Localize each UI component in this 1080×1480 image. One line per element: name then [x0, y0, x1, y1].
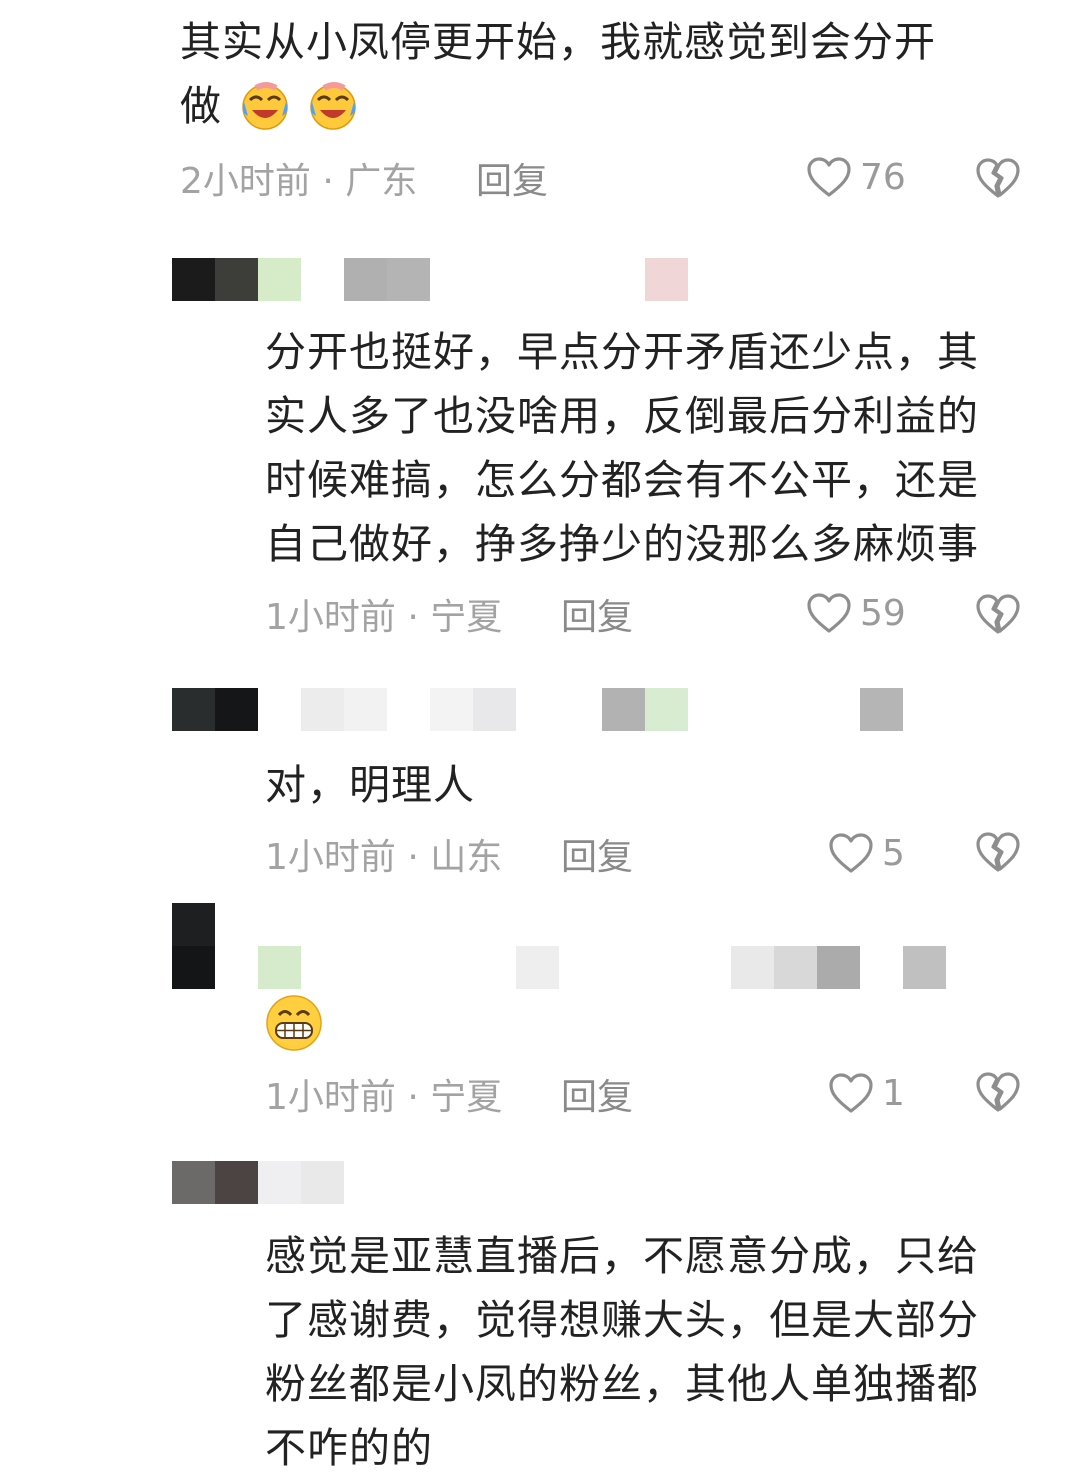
- grinning-emoji: [266, 995, 322, 1051]
- laughing-crying-emoji: [242, 82, 288, 130]
- comment-line: 感觉是亚慧直播后，不愿意分成，只给: [265, 1232, 979, 1280]
- username-blurred[interactable]: [172, 258, 692, 301]
- reply-button[interactable]: 回复: [561, 828, 633, 880]
- reply-button[interactable]: 回复: [561, 1068, 633, 1120]
- username-blurred[interactable]: [172, 1161, 352, 1204]
- username-blurred[interactable]: [172, 688, 992, 731]
- time-location: 1小时前 · 宁夏: [265, 1077, 503, 1118]
- comment-meta: 1小时前 · 宁夏 回复: [265, 1064, 1060, 1124]
- comment-line: 粉丝都是小凤的粉丝，其他人单独播都: [265, 1360, 979, 1408]
- comment-line: 其实从小凤停更开始，我就感觉到会分开: [180, 18, 936, 66]
- like-count: 59: [860, 592, 906, 634]
- comment-text: 感觉是亚慧直播后，不愿意分成，只给 了感谢费，觉得想赚大头，但是大部分 粉丝都是…: [265, 1224, 979, 1480]
- reply-button[interactable]: 回复: [476, 152, 548, 204]
- broken-heart-icon[interactable]: [974, 830, 1022, 874]
- comment-line: 了感谢费，觉得想赚大头，但是大部分: [265, 1296, 979, 1344]
- comment-line: 对，明理人: [265, 761, 475, 809]
- comment-line: 不咋的的: [265, 1424, 433, 1472]
- time-location: 1小时前 · 宁夏: [265, 597, 503, 638]
- heart-outline-icon: [829, 833, 873, 873]
- laughing-crying-emoji: [310, 82, 356, 130]
- comment-text: 分开也挺好，早点分开矛盾还少点，其 实人多了也没啥用，反倒最后分利益的 时候难搞…: [265, 320, 979, 576]
- heart-outline-icon: [829, 1073, 873, 1113]
- broken-heart-icon[interactable]: [974, 1070, 1022, 1114]
- comment-line: 做: [180, 74, 936, 138]
- like-button[interactable]: 76: [806, 156, 906, 198]
- like-button[interactable]: 1: [828, 1072, 905, 1114]
- time-location: 1小时前 · 山东: [265, 837, 503, 878]
- avatar[interactable]: [172, 903, 215, 989]
- like-button[interactable]: 59: [806, 592, 906, 634]
- comment-meta: 1小时前 · 山东 回复: [265, 824, 1060, 884]
- comment-line: 时候难搞，怎么分都会有不公平，还是: [265, 456, 979, 504]
- comment-line-text: 做: [180, 82, 222, 130]
- broken-heart-icon[interactable]: [974, 156, 1022, 200]
- comment-meta: 2小时前 · 广东 回复: [180, 148, 1060, 208]
- username-blurred[interactable]: [258, 946, 958, 989]
- comment-text: 其实从小凤停更开始，我就感觉到会分开 做: [180, 10, 936, 138]
- reply-button[interactable]: 回复: [561, 588, 633, 640]
- like-count: 76: [860, 156, 906, 198]
- comment-line: 分开也挺好，早点分开矛盾还少点，其: [265, 328, 979, 376]
- comment-text: 对，明理人: [265, 753, 475, 817]
- broken-heart-icon[interactable]: [974, 592, 1022, 636]
- like-count: 5: [882, 832, 905, 874]
- like-button[interactable]: 5: [828, 832, 905, 874]
- time-location: 2小时前 · 广东: [180, 161, 418, 202]
- like-count: 1: [882, 1072, 905, 1114]
- heart-outline-icon: [807, 157, 851, 197]
- comment-line: 自己做好，挣多挣少的没那么多麻烦事: [265, 520, 979, 568]
- comment-line: 实人多了也没啥用，反倒最后分利益的: [265, 392, 979, 440]
- heart-outline-icon: [807, 593, 851, 633]
- comment-meta: 1小时前 · 宁夏 回复: [265, 584, 1060, 644]
